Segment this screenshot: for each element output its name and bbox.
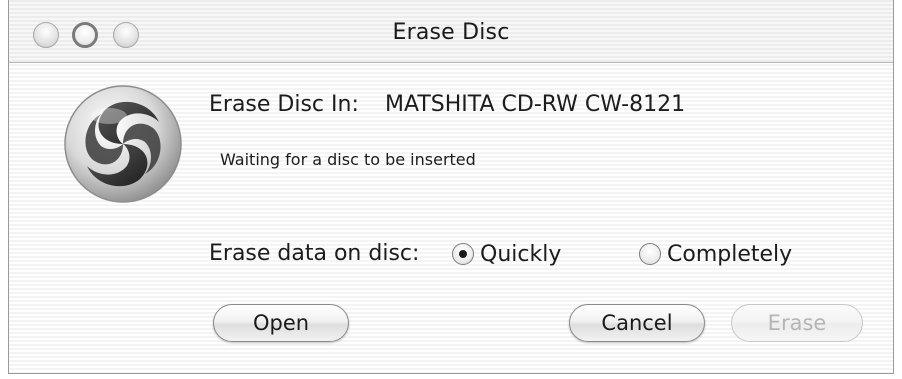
- open-button[interactable]: Open: [213, 304, 349, 342]
- erase-data-label: Erase data on disc:: [209, 241, 420, 266]
- radio-quickly[interactable]: Quickly: [452, 240, 561, 268]
- title-bar[interactable]: Erase Disc: [9, 0, 893, 63]
- erase-button[interactable]: Erase: [731, 304, 863, 342]
- cancel-button[interactable]: Cancel: [569, 304, 705, 342]
- radio-quickly-label: Quickly: [480, 241, 562, 267]
- disc-utility-swirl-icon: [64, 85, 182, 203]
- erase-disc-in-label: Erase Disc In:: [209, 92, 359, 117]
- radio-completely-label: Completely: [667, 241, 793, 267]
- status-message: Waiting for a disc to be inserted: [220, 150, 476, 169]
- device-name: MATSHITA CD-RW CW-8121: [385, 92, 686, 117]
- erase-disc-window: Erase Disc Erase Disc In: MATSHITA CD-RW…: [8, 0, 894, 374]
- radio-checked-icon[interactable]: [452, 243, 474, 265]
- window-title: Erase Disc: [392, 20, 510, 45]
- radio-unchecked-icon[interactable]: [639, 243, 661, 265]
- radio-completely[interactable]: Completely: [639, 240, 792, 268]
